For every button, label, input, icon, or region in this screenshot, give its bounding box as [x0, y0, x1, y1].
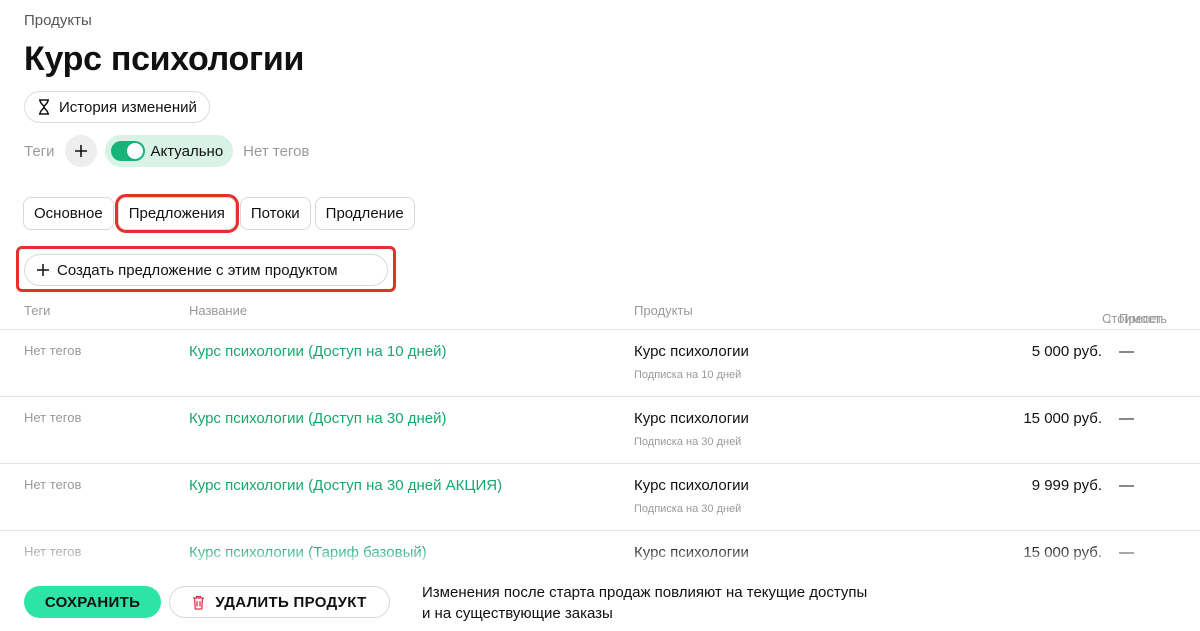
warning-line-1: Изменения после старта продаж повлияют н… [422, 584, 868, 601]
row-product: Курс психологии [634, 343, 749, 360]
table-row: Нет тегов Курс психологии (Доступ на 30 … [0, 464, 1200, 531]
bottom-action-bar: СОХРАНИТЬ УДАЛИТЬ ПРОДУКТ Изменения посл… [0, 563, 1200, 631]
create-offer-label: Создать предложение с этим продуктом [57, 261, 338, 279]
delete-product-label: УДАЛИТЬ ПРОДУКТ [215, 593, 367, 611]
row-cost: 9 999 руб. [1031, 477, 1102, 494]
table-header: Теги Название Продукты Стоимость ↓ Пресет… [0, 295, 1200, 330]
row-offer-link[interactable]: Курс психологии (Доступ на 30 дней АКЦИЯ… [189, 477, 502, 494]
column-header-name: Название [189, 303, 248, 318]
table-row: Нет тегов Курс психологии (Доступ на 30 … [0, 397, 1200, 464]
row-preset: — [1119, 544, 1134, 561]
actual-toggle-switch[interactable] [110, 141, 145, 161]
row-offer-link[interactable]: Курс психологии (Тариф базовый) [189, 544, 427, 561]
row-preset: — [1119, 410, 1134, 427]
sort-arrow-icon: ↓ [1123, 311, 1130, 326]
tab-renewal[interactable]: Продление [314, 197, 415, 230]
row-subscription: Подписка на 30 дней [634, 436, 742, 448]
row-product: Курс психологии [634, 477, 749, 494]
row-offer-link[interactable]: Курс психологии (Доступ на 10 дней) [189, 343, 446, 360]
delete-product-button[interactable]: УДАЛИТЬ ПРОДУКТ [169, 586, 390, 618]
row-tags: Нет тегов [24, 544, 82, 559]
create-offer-button[interactable]: Создать предложение с этим продуктом [24, 254, 388, 286]
column-header-products: Продукты [634, 303, 693, 318]
tab-streams[interactable]: Потоки [239, 197, 311, 230]
history-button[interactable]: История изменений [24, 91, 210, 123]
row-tags: Нет тегов [24, 410, 82, 425]
row-cost: 15 000 руб. [1023, 544, 1102, 561]
row-subscription: Подписка на 10 дней [634, 369, 742, 381]
page-title: Курс психологии [24, 40, 305, 78]
actual-toggle-label: Актуально [150, 142, 224, 160]
column-header-tags: Теги [24, 303, 51, 318]
tags-row: Теги Актуально Нет тегов [24, 135, 309, 167]
no-tags-text: Нет тегов [243, 142, 310, 160]
table-row: Нет тегов Курс психологии (Доступ на 10 … [0, 330, 1200, 397]
save-button[interactable]: СОХРАНИТЬ [24, 586, 161, 618]
trash-icon [193, 595, 205, 610]
history-button-label: История изменений [59, 98, 197, 116]
row-preset: — [1119, 343, 1134, 360]
plus-icon [74, 145, 87, 157]
breadcrumb[interactable]: Продукты [24, 12, 92, 29]
plus-icon [37, 264, 49, 276]
save-warning-text: Изменения после старта продаж повлияют н… [422, 582, 867, 624]
tab-main[interactable]: Основное [23, 197, 114, 230]
row-tags: Нет тегов [24, 343, 82, 358]
offers-table: Теги Название Продукты Стоимость ↓ Пресет… [0, 295, 1200, 598]
hourglass-icon [39, 99, 49, 115]
row-tags: Нет тегов [24, 477, 82, 492]
row-cost: 15 000 руб. [1023, 410, 1102, 427]
warning-line-2: и на существующие заказы [422, 605, 613, 622]
add-tag-button[interactable] [64, 135, 97, 167]
row-product: Курс психологии [634, 544, 749, 561]
row-product: Курс психологии [634, 410, 749, 427]
row-cost: 5 000 руб. [1031, 343, 1102, 360]
actual-toggle-chip[interactable]: Актуально [104, 135, 234, 167]
row-preset: — [1119, 477, 1134, 494]
tags-label: Теги [24, 142, 55, 160]
sort-arrow-icon: ↓ [1106, 311, 1113, 326]
tab-offers[interactable]: Предложения [114, 194, 239, 233]
tabs: Основное Предложения Потоки Продление [23, 194, 415, 233]
row-subscription: Подписка на 30 дней [634, 503, 742, 515]
row-offer-link[interactable]: Курс психологии (Доступ на 30 дней) [189, 410, 446, 427]
